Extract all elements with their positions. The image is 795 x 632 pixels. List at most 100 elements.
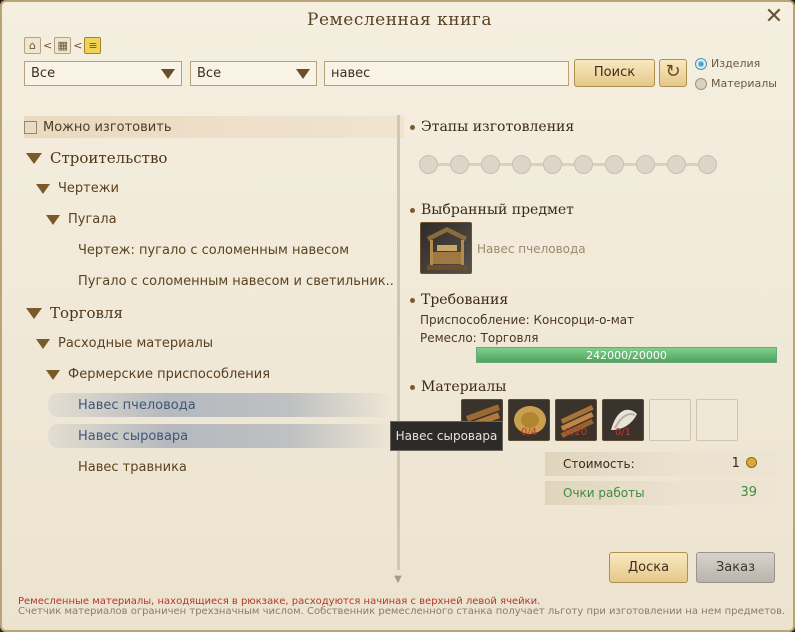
stage-link xyxy=(531,163,543,166)
home-icon[interactable]: ⌂ xyxy=(24,36,41,54)
radio-items-label: Изделия xyxy=(711,57,761,70)
material-count: 0/20 xyxy=(564,427,588,438)
work-points-label: Очки работы xyxy=(563,486,645,500)
proficiency-progress-bar: 242000/20000 xyxy=(476,347,777,363)
device-requirement: Приспособление: Консорци-о-мат xyxy=(420,313,635,327)
tree-subcategory-blueprints[interactable]: Чертежи xyxy=(36,181,119,196)
search-button-label: Поиск xyxy=(593,65,636,80)
radio-materials-dot xyxy=(695,77,707,90)
bullet-icon xyxy=(410,297,415,303)
tree-subcategory-consumables[interactable]: Расходные материалы xyxy=(36,336,213,351)
recipe-tree: Можно изготовить Строительство Чертежи П… xyxy=(18,115,404,585)
stage-dot xyxy=(605,155,624,174)
chevron-down-icon xyxy=(161,69,175,79)
category-select-1-value: Все xyxy=(31,66,56,81)
work-points-value: 39 xyxy=(740,485,757,500)
tree-item-cheesemaker-awning[interactable]: Навес сыровара xyxy=(78,429,188,444)
scroll-down-icon[interactable]: ▼ xyxy=(392,574,404,585)
radio-items-dot xyxy=(695,57,707,70)
tooltip-text: Навес сыровара xyxy=(395,429,498,443)
order-button[interactable]: Заказ xyxy=(696,552,775,583)
radio-materials[interactable]: Материалы xyxy=(695,77,777,90)
category-select-2[interactable]: Все xyxy=(190,61,317,86)
material-slot-2[interactable]: 0/4 xyxy=(508,399,550,441)
selected-title: Выбранный предмет xyxy=(421,202,574,218)
tree-label: Торговля xyxy=(50,304,123,322)
material-slot-3[interactable]: 0/20 xyxy=(555,399,597,441)
material-slot-4[interactable]: 0/1 xyxy=(602,399,644,441)
window-title: Ремесленная книга xyxy=(307,10,492,30)
expand-arrow-icon xyxy=(36,183,50,194)
cost-value: 1 xyxy=(732,456,757,471)
material-slot-empty[interactable] xyxy=(649,399,691,441)
tree-label: Фермерские приспособления xyxy=(68,367,271,382)
stage-dot xyxy=(481,155,500,174)
scrollbar-track[interactable] xyxy=(397,115,400,570)
expand-arrow-icon xyxy=(46,214,60,225)
search-input[interactable]: навес xyxy=(324,61,569,86)
list-icon[interactable]: ≡ xyxy=(84,36,102,54)
tree-label: Навес травника xyxy=(78,460,187,475)
close-icon[interactable]: ✕ xyxy=(763,6,785,28)
cost-label: Стоимость: xyxy=(563,457,635,471)
stage-link xyxy=(438,163,450,166)
grid-icon[interactable]: ▦ xyxy=(54,36,72,54)
craftable-checkbox[interactable] xyxy=(24,120,37,134)
search-button[interactable]: Поиск xyxy=(574,59,655,87)
stage-dot xyxy=(574,155,593,174)
tree-label: Расходные материалы xyxy=(58,336,214,351)
tree-label: Пугала xyxy=(68,212,117,227)
stages-title: Этапы изготовления xyxy=(421,119,575,135)
stage-dot xyxy=(512,155,531,174)
breadcrumb: ⌂ < ▦ < ≡ xyxy=(24,36,102,54)
cost-row: Стоимость: 1 xyxy=(545,452,775,476)
selected-item-name: Навес пчеловода xyxy=(477,242,586,256)
stage-link xyxy=(562,163,574,166)
stage-dot xyxy=(419,155,438,174)
cost-number: 1 xyxy=(731,456,740,471)
refresh-button[interactable]: ↻ xyxy=(659,59,687,87)
tree-label: Навес пчеловода xyxy=(78,398,196,413)
tree-item-herbalist-awning[interactable]: Навес травника xyxy=(78,460,187,475)
tree-item-scarecrow-lamp[interactable]: Пугало с соломенным навесом и светильник… xyxy=(78,274,394,289)
stage-link xyxy=(500,163,512,166)
board-button-label: Доска xyxy=(627,560,670,575)
progress-text: 242000/20000 xyxy=(586,349,667,362)
breadcrumb-separator: < xyxy=(73,38,83,52)
tree-category-trade[interactable]: Торговля xyxy=(26,304,123,322)
tree-item-beekeeper-awning[interactable]: Навес пчеловода xyxy=(78,398,196,413)
tree-scrollbar[interactable]: ▼ xyxy=(392,115,404,585)
requirements-title: Требования xyxy=(421,292,509,308)
material-count: 0/4 xyxy=(520,427,538,438)
materials-title: Материалы xyxy=(421,379,507,395)
tree-label: Пугало с соломенным навесом и светильник… xyxy=(78,274,394,289)
tree-subcategory-farm-devices[interactable]: Фермерские приспособления xyxy=(46,367,270,382)
craftable-label: Можно изготовить xyxy=(43,119,172,135)
expand-arrow-icon xyxy=(26,307,42,319)
radio-items[interactable]: Изделия xyxy=(695,57,760,70)
stage-link xyxy=(593,163,605,166)
tree-label: Навес сыровара xyxy=(78,429,189,444)
selected-section-title: Выбранный предмет xyxy=(410,202,574,218)
beekeeper-awning-icon[interactable] xyxy=(420,222,472,274)
search-input-value: навес xyxy=(331,66,371,81)
category-select-1[interactable]: Все xyxy=(24,61,182,86)
expand-arrow-icon xyxy=(36,338,50,349)
material-slot-empty[interactable] xyxy=(696,399,738,441)
tree-subcategory-scarecrows[interactable]: Пугала xyxy=(46,212,117,227)
tree-item-blueprint-scarecrow[interactable]: Чертеж: пугало с соломенным навесом xyxy=(78,243,349,258)
craft-requirement: Ремесло: Торговля xyxy=(420,331,539,345)
tree-label: Чертеж: пугало с соломенным навесом xyxy=(78,243,350,258)
bullet-icon xyxy=(410,384,415,390)
stage-link xyxy=(624,163,636,166)
stages-section-title: Этапы изготовления xyxy=(410,119,574,135)
stage-dot xyxy=(636,155,655,174)
board-button[interactable]: Доска xyxy=(609,552,688,583)
tree-category-construction[interactable]: Строительство xyxy=(26,149,167,167)
chevron-down-icon xyxy=(296,69,310,79)
stages-track xyxy=(419,155,717,174)
craftable-filter[interactable]: Можно изготовить xyxy=(24,116,404,138)
stage-link xyxy=(469,163,481,166)
stage-link xyxy=(686,163,698,166)
coin-icon xyxy=(746,457,757,468)
